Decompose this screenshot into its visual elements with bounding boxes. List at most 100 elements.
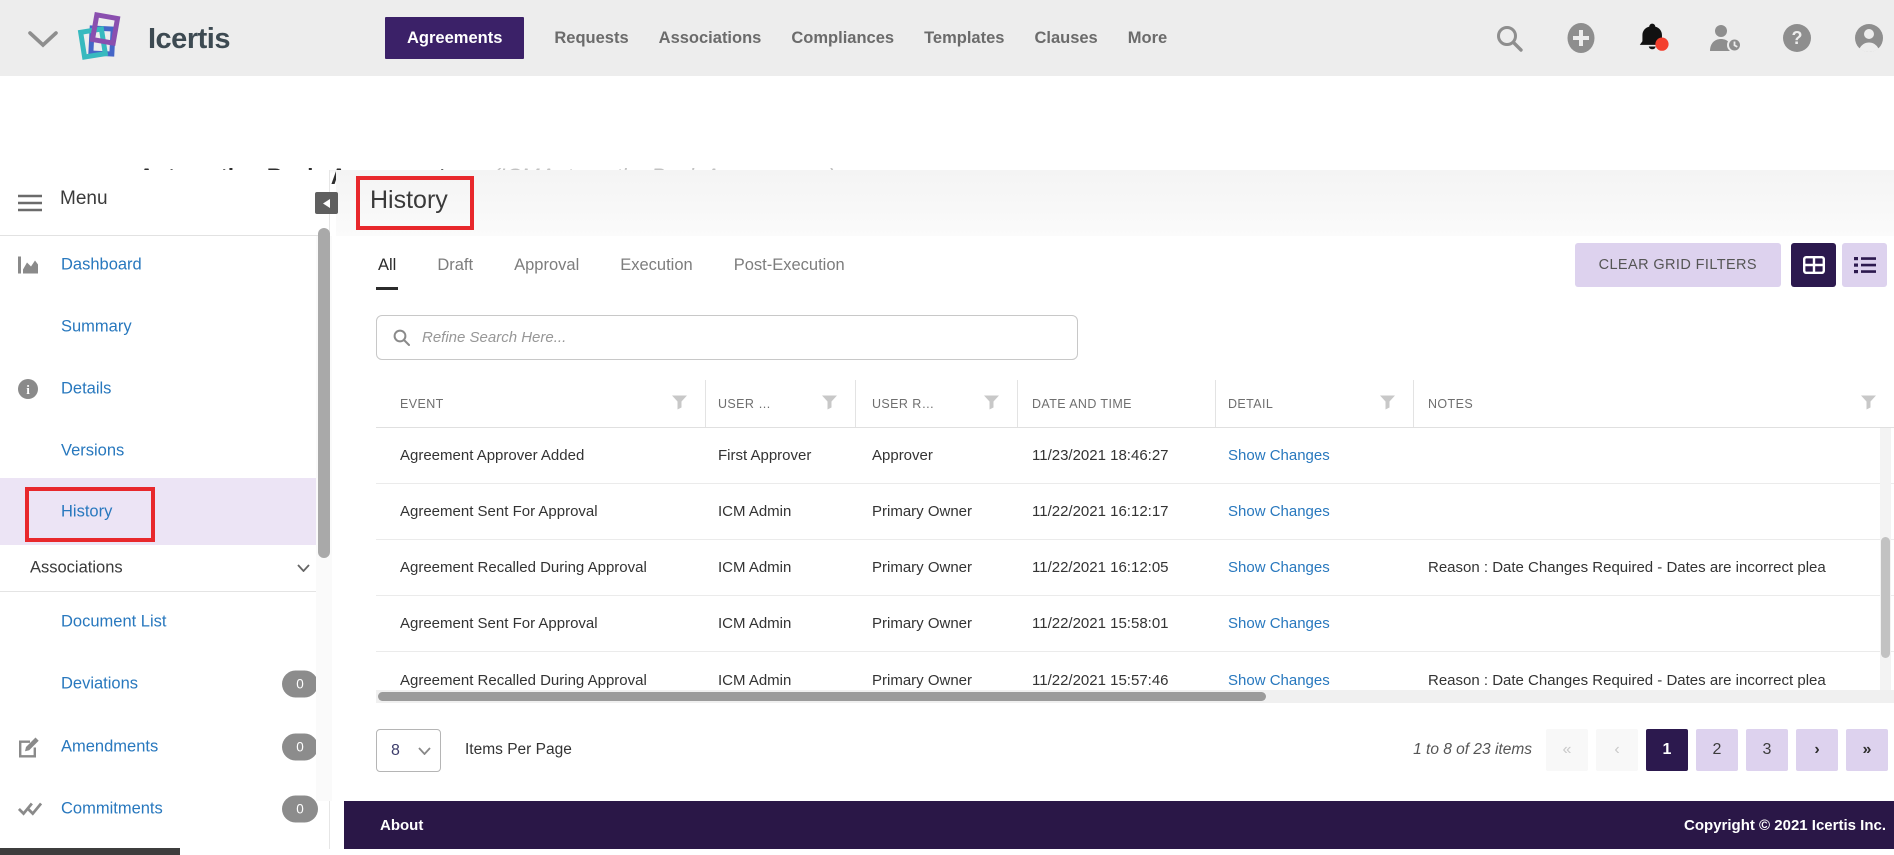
hamburger-menu-icon[interactable] [18,194,42,217]
info-icon: i [18,379,42,399]
user-delegation-icon[interactable] [1708,21,1742,55]
items-per-page-select[interactable]: 8 [376,729,441,772]
page-button-1[interactable]: 1 [1646,729,1688,771]
primary-nav: Agreements Requests Associations Complia… [385,17,1167,59]
nav-item-requests[interactable]: Requests [554,29,628,48]
sidebar-item-summary[interactable]: Summary [0,302,330,352]
column-label: USER … [718,397,771,411]
user-role-cell: Primary Owner [856,596,1018,651]
page-bottom-strip [0,849,1894,855]
show-changes-link[interactable]: Show Changes [1228,447,1330,464]
grid-horizontal-scrollbar-thumb[interactable] [378,692,1266,701]
user-role-cell: Primary Owner [856,652,1018,690]
page-button-3[interactable]: 3 [1746,729,1788,771]
clear-grid-filters-button[interactable]: CLEAR GRID FILTERS [1575,243,1781,287]
sidebar-item-label: Amendments [61,738,158,757]
detail-cell: Show Changes [1216,484,1414,539]
show-changes-link[interactable]: Show Changes [1228,503,1330,520]
filter-icon[interactable] [984,395,999,412]
sidebar-item-details[interactable]: i Details [0,364,330,414]
tab-approval[interactable]: Approval [512,248,581,290]
last-page-button[interactable]: » [1846,729,1888,771]
grid-vertical-scrollbar-thumb[interactable] [1881,537,1890,658]
column-header-event[interactable]: EVENT [376,380,706,427]
column-header-detail[interactable]: DETAIL [1216,380,1414,427]
event-cell: Agreement Recalled During Approval [376,540,706,595]
sidebar-item-label: Versions [61,442,124,461]
next-page-button[interactable]: › [1796,729,1838,771]
sidebar-item-commitments[interactable]: Commitments 0 [0,784,330,834]
sidebar-item-label: Deviations [61,675,138,694]
account-icon[interactable] [1852,21,1886,55]
edit-icon [18,737,42,758]
detail-cell: Show Changes [1216,428,1414,483]
sidebar-item-versions[interactable]: Versions [0,426,330,476]
show-changes-link[interactable]: Show Changes [1228,615,1330,632]
date-time-cell: 11/23/2021 18:46:27 [1018,428,1216,483]
user-role-cell: Primary Owner [856,484,1018,539]
sidebar-item-history[interactable]: History [0,478,330,545]
sidebar-item-deviations[interactable]: Deviations 0 [0,659,330,709]
table-row: Agreement Approver AddedFirst ApproverAp… [376,428,1894,484]
list-view-toggle[interactable] [1842,243,1887,287]
column-header-notes[interactable]: NOTES [1414,380,1894,427]
show-changes-link[interactable]: Show Changes [1228,559,1330,576]
user-name-cell: ICM Admin [706,596,856,651]
tab-post-execution[interactable]: Post-Execution [732,248,847,290]
filter-icon[interactable] [1861,395,1876,412]
search-input[interactable] [420,328,1077,347]
deviations-count-badge: 0 [282,671,318,698]
notifications-bell-icon[interactable] [1636,21,1670,55]
date-time-cell: 11/22/2021 16:12:05 [1018,540,1216,595]
icertis-logo-icon[interactable] [78,12,128,66]
sidebar: Menu Dashboard Summary i Details Version… [0,170,330,849]
column-label: EVENT [400,397,444,411]
about-link[interactable]: About [380,817,423,834]
show-changes-link[interactable]: Show Changes [1228,672,1330,689]
column-label: DETAIL [1228,397,1273,411]
page-button-2[interactable]: 2 [1696,729,1738,771]
tab-draft[interactable]: Draft [435,248,475,290]
nav-item-associations[interactable]: Associations [659,29,762,48]
date-time-cell: 11/22/2021 15:58:01 [1018,596,1216,651]
sidebar-item-label: History [61,502,112,521]
section-titlebar: History [336,170,1894,236]
nav-item-clauses[interactable]: Clauses [1034,29,1097,48]
sidebar-item-dashboard[interactable]: Dashboard [0,240,330,290]
grid-horizontal-scrollbar[interactable] [376,690,1894,703]
event-cell: Agreement Sent For Approval [376,596,706,651]
chevron-down-icon [418,747,431,755]
grid-view-toggle[interactable] [1791,243,1836,287]
nav-item-compliances[interactable]: Compliances [791,29,894,48]
sidebar-scrollbar-thumb[interactable] [318,228,330,558]
tab-execution[interactable]: Execution [618,248,694,290]
sidebar-item-amendments[interactable]: Amendments 0 [0,722,330,772]
sidebar-collapse-button[interactable] [315,192,338,214]
nav-item-more[interactable]: More [1128,29,1167,48]
filter-icon[interactable] [822,395,837,412]
sidebar-item-document-list[interactable]: Document List [0,597,330,647]
column-header-user-role[interactable]: USER R… [856,380,1018,427]
nav-item-agreements[interactable]: Agreements [385,17,524,59]
first-page-button[interactable]: « [1546,729,1588,771]
column-header-date-and-time[interactable]: DATE AND TIME [1018,380,1216,427]
column-header-user[interactable]: USER … [706,380,856,427]
page-horizontal-scrollbar-thumb[interactable] [0,848,180,855]
add-icon[interactable] [1564,21,1598,55]
list-view-icon [1854,256,1876,274]
chevron-down-icon[interactable] [28,31,58,48]
sidebar-menu-header: Menu [0,170,329,236]
filter-icon[interactable] [672,395,687,412]
sidebar-section-associations[interactable]: Associations [0,545,330,592]
table-row: Agreement Sent For ApprovalICM AdminPrim… [376,484,1894,540]
tab-all[interactable]: All [376,248,398,290]
previous-page-button[interactable]: ‹ [1596,729,1638,771]
help-icon[interactable]: ? [1780,21,1814,55]
filter-icon[interactable] [1380,395,1395,412]
search-icon[interactable] [1492,21,1526,55]
history-tabs: All Draft Approval Execution Post-Execut… [376,248,847,290]
event-cell: Agreement Approver Added [376,428,706,483]
grid-vertical-scrollbar[interactable] [1880,428,1891,690]
user-role-cell: Primary Owner [856,540,1018,595]
nav-item-templates[interactable]: Templates [924,29,1004,48]
